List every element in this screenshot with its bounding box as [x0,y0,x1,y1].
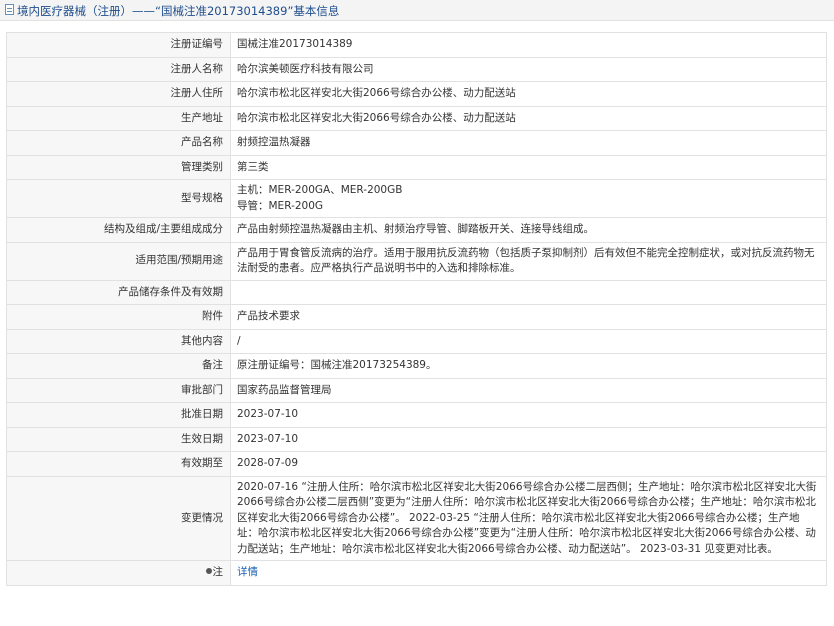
row-label: 批准日期 [6,402,231,428]
other-value: / [230,328,827,354]
row-label: 注册人住所 [6,81,231,107]
row-label: 其他内容 [6,328,231,354]
row-label: 注册人名称 [6,56,231,82]
row-label: 有效期至 [6,451,231,477]
expiry-date-value: 2028-07-09 [230,451,827,477]
model-line: 导管：MER-200G [237,199,324,212]
model-line: 主机：MER-200GA、MER-200GB [237,184,403,196]
approval-dept-value: 国家药品监督管理局 [230,377,827,403]
table-row: 附件 产品技术要求 [6,304,827,330]
note-label-text: 注 [212,566,224,578]
row-label: 管理类别 [6,154,231,180]
row-label: 备注 [6,353,231,379]
changes-value: 2020-07-16 “注册人住所：哈尔滨市松北区祥安北大街2066号综合办公楼… [230,475,827,561]
note-label: 注 [6,560,231,586]
row-label: 产品名称 [6,130,231,156]
row-label: 生产地址 [6,105,231,131]
table-row: 有效期至 2028-07-09 [6,451,827,477]
table-row: 适用范围/预期用途 产品用于胃食管反流病的治疗。适用于服用抗反流药物（包括质子泵… [6,241,827,281]
scope-value: 产品用于胃食管反流病的治疗。适用于服用抗反流药物（包括质子泵抑制剂）后有效但不能… [230,241,827,281]
table-row: 产品储存条件及有效期 [6,279,827,305]
row-label: 变更情况 [6,475,231,561]
row-label: 注册证编号 [6,32,231,58]
row-label: 结构及组成/主要组成成分 [6,217,231,243]
table-row: 审批部门 国家药品监督管理局 [6,377,827,403]
note-value: 详情 [230,560,827,586]
row-label: 适用范围/预期用途 [6,241,231,281]
remark-value: 原注册证编号：国械注准20173254389。 [230,353,827,379]
table-row: 批准日期 2023-07-10 [6,402,827,428]
table-row: 备注 原注册证编号：国械注准20173254389。 [6,353,827,379]
table-row: 注 详情 [6,560,827,586]
document-icon [5,4,14,15]
table-row: 其他内容 / [6,328,827,354]
table-row: 型号规格 主机：MER-200GA、MER-200GB 导管：MER-200G [6,179,827,218]
table-row: 生效日期 2023-07-10 [6,426,827,452]
row-label: 生效日期 [6,426,231,452]
details-link[interactable]: 详情 [237,566,258,578]
table-row: 注册证编号 国械注准20173014389 [6,32,827,58]
row-label: 型号规格 [6,179,231,218]
page-title: 境内医疗器械（注册）——“国械注准20173014389”基本信息 [17,4,340,18]
structure-value: 产品由射频控温热凝器由主机、射频治疗导管、脚踏板开关、连接导线组成。 [230,217,827,243]
registrant-address-value: 哈尔滨市松北区祥安北大街2066号综合办公楼、动力配送站 [230,81,827,107]
table-row: 注册人名称 哈尔滨美顿医疗科技有限公司 [6,56,827,82]
table-row: 生产地址 哈尔滨市松北区祥安北大街2066号综合办公楼、动力配送站 [6,105,827,131]
registrant-value: 哈尔滨美顿医疗科技有限公司 [230,56,827,82]
info-table: 注册证编号 国械注准20173014389 注册人名称 哈尔滨美顿医疗科技有限公… [6,32,827,586]
model-spec-value: 主机：MER-200GA、MER-200GB 导管：MER-200G [230,179,827,218]
table-row: 管理类别 第三类 [6,154,827,180]
row-label: 产品储存条件及有效期 [6,279,231,305]
pin-icon [205,568,212,574]
table-row: 产品名称 射频控温热凝器 [6,130,827,156]
production-address-value: 哈尔滨市松北区祥安北大街2066号综合办公楼、动力配送站 [230,105,827,131]
page-header: 境内医疗器械（注册）——“国械注准20173014389”基本信息 [0,0,834,21]
attachment-value: 产品技术要求 [230,304,827,330]
table-row: 结构及组成/主要组成成分 产品由射频控温热凝器由主机、射频治疗导管、脚踏板开关、… [6,217,827,243]
management-class-value: 第三类 [230,154,827,180]
product-name-value: 射频控温热凝器 [230,130,827,156]
effective-date-value: 2023-07-10 [230,426,827,452]
table-row: 变更情况 2020-07-16 “注册人住所：哈尔滨市松北区祥安北大街2066号… [6,475,827,561]
table-row: 注册人住所 哈尔滨市松北区祥安北大街2066号综合办公楼、动力配送站 [6,81,827,107]
row-label: 审批部门 [6,377,231,403]
reg-no-value: 国械注准20173014389 [230,32,827,58]
approval-date-value: 2023-07-10 [230,402,827,428]
row-label: 附件 [6,304,231,330]
storage-value [230,279,827,305]
